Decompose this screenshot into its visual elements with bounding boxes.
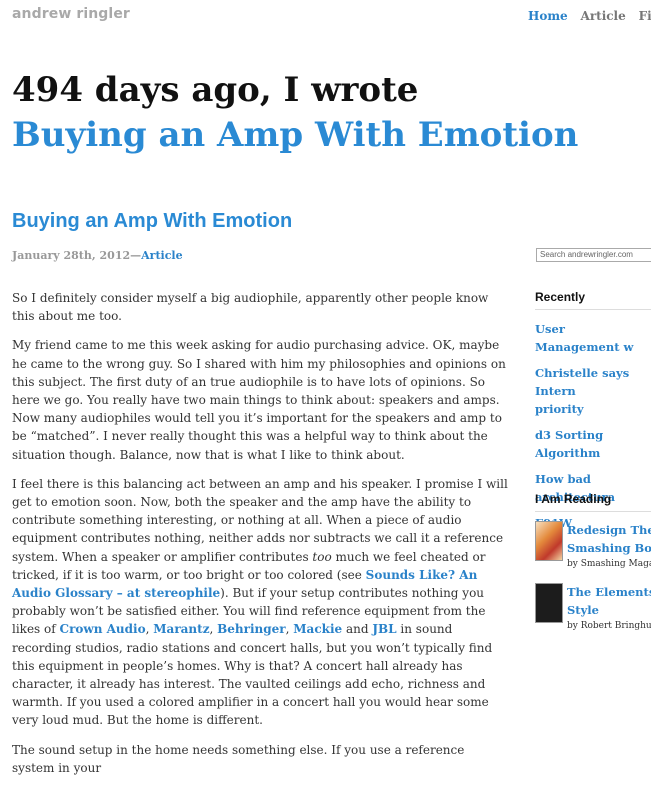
post-date: January 28th, 2012 [12,249,131,262]
recent-item[interactable]: User Management w [535,320,651,356]
divider [535,309,651,310]
text-run: , [209,622,218,637]
hero-post-link[interactable]: Buying an Amp With Emotion [12,115,578,155]
nav-film[interactable]: Film [639,9,651,23]
nav-home[interactable]: Home [528,9,568,23]
hero-heading: 494 days ago, I wrote [12,70,419,110]
recent-item[interactable]: Christelle says Intern priority [535,364,651,418]
meta-separator: — [130,249,142,262]
crown-audio-link[interactable]: Crown Audio [60,622,146,636]
book-cover[interactable] [535,583,563,623]
reading-heading: I Am Reading [535,492,612,506]
divider [535,511,651,512]
book-author: by Robert Bringhurs [567,621,651,631]
site-brand[interactable]: andrew ringler [12,6,130,22]
book-title-link[interactable]: The Elements o Style [567,583,651,619]
text-run: in sound recording studios, radio statio… [12,622,493,728]
recent-item[interactable]: d3 Sorting Algorithm [535,426,651,462]
nav-article[interactable]: Article [581,9,626,23]
emphasis: too [312,549,332,564]
text-run: and [342,622,373,637]
post-content: So I definitely consider myself a big au… [12,289,510,788]
book-author: by Smashing Magaz [567,559,651,569]
paragraph-1: So I definitely consider myself a big au… [12,291,489,324]
paragraph-2: My friend came to me this week asking fo… [12,338,506,462]
top-nav: Home Article Film [528,9,651,23]
search-input[interactable]: Search andrewringler.com [536,248,651,262]
post-category-link[interactable]: Article [141,249,182,262]
book-item: The Elements o Style by Robert Bringhurs [535,583,651,635]
book-cover[interactable] [535,521,563,561]
post-title[interactable]: Buying an Amp With Emotion [12,210,292,233]
paragraph-4: The sound setup in the home needs someth… [12,742,465,775]
book-title-link[interactable]: Redesign The W Smashing Book [567,521,651,557]
mackie-link[interactable]: Mackie [293,622,342,636]
marantz-link[interactable]: Marantz [153,622,209,636]
behringer-link[interactable]: Behringer [217,622,285,636]
recent-heading: Recently [535,290,586,304]
book-item: Redesign The W Smashing Book by Smashing… [535,521,651,573]
paragraph-3: I feel there is this balancing act betwe… [12,475,510,730]
jbl-link[interactable]: JBL [372,622,396,636]
post-meta: January 28th, 2012—Article [12,249,183,262]
